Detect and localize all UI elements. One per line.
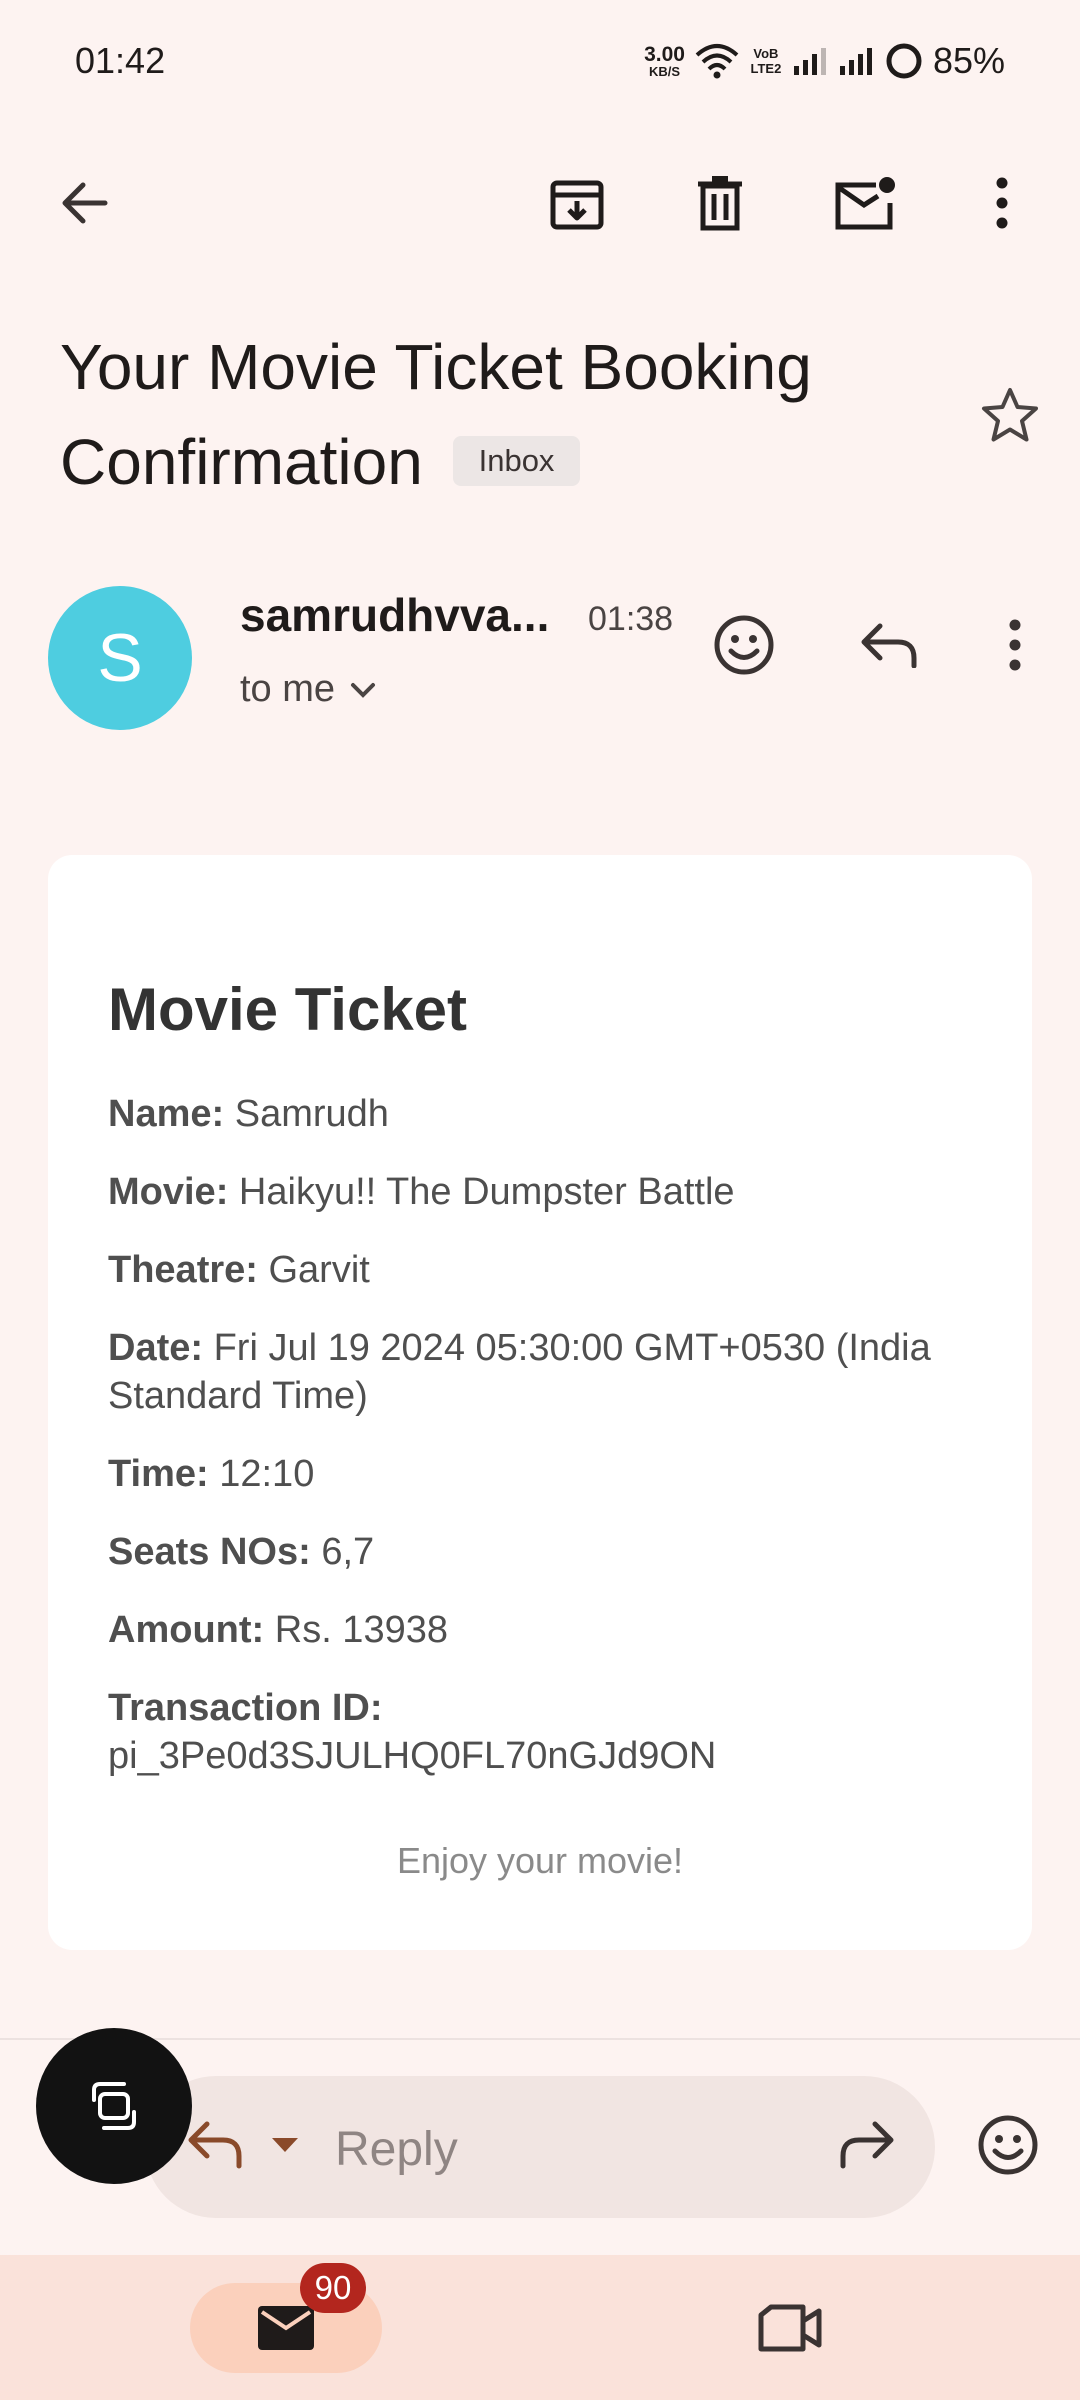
arrow-back-icon bbox=[57, 177, 109, 229]
ticket-field-theatre: Theatre: Garvit bbox=[108, 1246, 988, 1294]
volte-top: VoB bbox=[753, 46, 779, 61]
field-label: Theatre: bbox=[108, 1249, 258, 1291]
field-value: Haikyu!! The Dumpster Battle bbox=[238, 1171, 735, 1213]
volte-bottom: LTE2 bbox=[750, 61, 782, 76]
ticket-field-time: Time: 12:10 bbox=[108, 1450, 988, 1498]
status-icons: 3.00 KB/S VoB LTE2 85% bbox=[644, 36, 1005, 86]
react-emoji-button[interactable] bbox=[699, 600, 789, 690]
field-value: Fri Jul 19 2024 05:30:00 GMT+0530 (India… bbox=[108, 1327, 931, 1417]
reply-placeholder: Reply bbox=[335, 2123, 458, 2176]
smiley-icon bbox=[977, 2114, 1039, 2176]
field-label: Name: bbox=[108, 1093, 225, 1135]
battery-percent: 85% bbox=[932, 40, 1005, 81]
more-vert-icon bbox=[1008, 619, 1022, 671]
network-speed-unit: KB/S bbox=[648, 64, 681, 79]
archive-button[interactable] bbox=[524, 150, 629, 255]
forward-icon[interactable] bbox=[837, 2112, 897, 2182]
field-label: Movie: bbox=[108, 1171, 229, 1213]
avatar[interactable]: S bbox=[48, 586, 192, 730]
caret-down-icon[interactable] bbox=[270, 2136, 300, 2154]
smiley-icon bbox=[713, 614, 775, 676]
archive-icon bbox=[549, 175, 605, 231]
subject-text: Your Movie Ticket Booking Confirmation bbox=[60, 331, 812, 498]
wifi-icon bbox=[695, 43, 739, 79]
recipient-details-toggle[interactable]: to me bbox=[240, 668, 377, 711]
back-button[interactable] bbox=[30, 150, 135, 255]
ticket-fields: Name: Samrudh Movie: Haikyu!! The Dumpst… bbox=[108, 1090, 988, 1810]
field-value: 6,7 bbox=[321, 1531, 375, 1573]
ticket-field-transaction-id: Transaction ID: pi_3Pe0d3SJULHQ0FL70nGJd9… bbox=[108, 1684, 988, 1780]
field-value: 12:10 bbox=[219, 1453, 315, 1495]
email-body-card: Movie Ticket Name: Samrudh Movie: Haikyu… bbox=[48, 855, 1032, 1950]
signal-2-icon bbox=[839, 46, 875, 76]
more-vert-icon bbox=[995, 177, 1009, 229]
reply-input[interactable]: Reply bbox=[145, 2076, 935, 2218]
battery-icon bbox=[885, 42, 923, 80]
field-label: Transaction ID: bbox=[108, 1687, 383, 1729]
field-value: Rs. 13938 bbox=[274, 1609, 448, 1651]
nav-meet-tab[interactable] bbox=[745, 2283, 835, 2373]
signal-1-icon bbox=[793, 46, 829, 76]
mark-unread-button[interactable] bbox=[811, 150, 916, 255]
sender-name[interactable]: samrudhvva... bbox=[240, 588, 549, 642]
ticket-field-seats: Seats NOs: 6,7 bbox=[108, 1528, 988, 1576]
field-label: Time: bbox=[108, 1453, 209, 1495]
field-label: Amount: bbox=[108, 1609, 265, 1651]
field-label: Seats NOs: bbox=[108, 1531, 311, 1573]
delete-button[interactable] bbox=[667, 150, 772, 255]
reply-button[interactable] bbox=[843, 600, 933, 690]
ticket-field-amount: Amount: Rs. 13938 bbox=[108, 1606, 988, 1654]
bottom-navigation: 90 bbox=[0, 2255, 1080, 2400]
network-speed: 3.00 KB/S bbox=[644, 44, 685, 78]
message-more-button[interactable] bbox=[970, 600, 1060, 690]
star-button[interactable] bbox=[965, 370, 1055, 460]
screen-rotate-icon bbox=[84, 2076, 144, 2136]
field-value: Samrudh bbox=[234, 1093, 389, 1135]
recipient-text: to me bbox=[240, 668, 336, 710]
reply-icon[interactable] bbox=[185, 2112, 245, 2182]
email-subject: Your Movie Ticket Booking Confirmation I… bbox=[60, 320, 960, 510]
status-time: 01:42 bbox=[75, 40, 166, 81]
inbox-label-chip[interactable]: Inbox bbox=[452, 436, 581, 487]
toolbar bbox=[0, 150, 1080, 255]
trash-icon bbox=[694, 174, 746, 232]
unread-count-badge: 90 bbox=[300, 2263, 366, 2313]
chevron-down-icon bbox=[349, 680, 377, 700]
ticket-footer: Enjoy your movie! bbox=[396, 1840, 684, 1881]
network-speed-value: 3.00 bbox=[644, 43, 685, 66]
mail-icon bbox=[256, 2304, 316, 2352]
floating-screen-button[interactable] bbox=[36, 2028, 192, 2184]
reply-icon bbox=[858, 622, 918, 668]
ticket-field-name: Name: Samrudh bbox=[108, 1090, 988, 1138]
status-bar: 01:42 3.00 KB/S VoB LTE2 85% bbox=[0, 0, 1080, 125]
mark-unread-icon bbox=[832, 175, 896, 231]
video-camera-icon bbox=[757, 2303, 823, 2353]
field-label: Date: bbox=[108, 1327, 204, 1369]
ticket-title: Movie Ticket bbox=[108, 976, 468, 1043]
ticket-field-movie: Movie: Haikyu!! The Dumpster Battle bbox=[108, 1168, 988, 1216]
ticket-field-date: Date: Fri Jul 19 2024 05:30:00 GMT+0530 … bbox=[108, 1324, 988, 1420]
volte-indicator: VoB LTE2 bbox=[749, 46, 783, 76]
field-value: pi_3Pe0d3SJULHQ0FL70nGJd9ON bbox=[108, 1735, 717, 1777]
divider bbox=[0, 2038, 1080, 2040]
sent-time: 01:38 bbox=[588, 600, 674, 638]
field-value: Garvit bbox=[268, 1249, 370, 1291]
more-options-button[interactable] bbox=[949, 150, 1054, 255]
reply-emoji-button[interactable] bbox=[963, 2100, 1053, 2190]
star-icon bbox=[980, 386, 1040, 444]
